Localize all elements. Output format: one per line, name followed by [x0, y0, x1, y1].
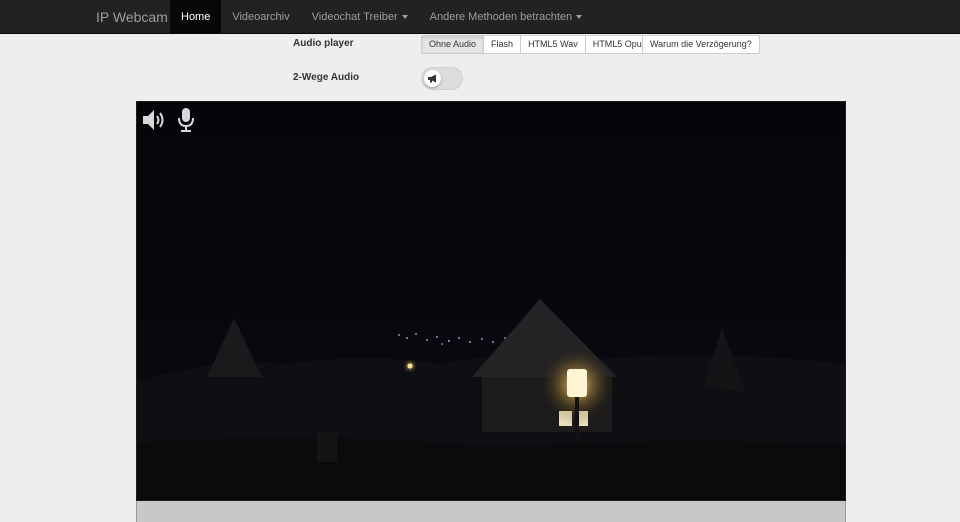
caret-down-icon — [401, 15, 408, 20]
audio-option-ohne-audio[interactable]: Ohne Audio — [421, 35, 485, 54]
two-way-audio-toggle[interactable] — [421, 67, 463, 90]
nav-videoarchiv[interactable]: Videoarchiv — [221, 0, 300, 34]
nav-home-label: Home — [181, 11, 211, 23]
toggle-knob — [424, 70, 441, 87]
audio-player-label: Audio player — [293, 38, 354, 49]
nav-andere-methoden-label: Andere Methoden betrachten — [429, 11, 573, 23]
two-way-audio-label: 2-Wege Audio — [293, 72, 360, 83]
video-bottom-bar — [136, 501, 846, 522]
microphone-icon[interactable] — [177, 107, 195, 133]
audio-player-options: Ohne Audio Flash HTML5 Wav HTML5 Opus — [421, 35, 655, 54]
megaphone-icon — [428, 74, 436, 83]
webcam-frame-image — [137, 102, 845, 500]
audio-option-flash[interactable]: Flash — [483, 35, 522, 54]
nav-menu: Home Videoarchiv Videochat Treiber Ander… — [170, 0, 593, 34]
why-delay-button[interactable]: Warum die Verzögerung? — [642, 35, 760, 54]
nav-videochat-treiber-label: Videochat Treiber — [311, 11, 398, 23]
nav-andere-methoden-dropdown[interactable]: Andere Methoden betrachten — [419, 0, 594, 34]
speaker-icon[interactable] — [141, 107, 167, 133]
nav-videochat-treiber-dropdown[interactable]: Videochat Treiber — [301, 0, 419, 34]
top-navbar: IP Webcam Home Videoarchiv Videochat Tre… — [0, 0, 960, 34]
nav-home[interactable]: Home — [170, 0, 222, 34]
caret-down-icon — [576, 15, 583, 20]
audio-option-html5-wav[interactable]: HTML5 Wav — [520, 35, 586, 54]
brand-logo[interactable]: IP Webcam — [96, 0, 168, 34]
video-stream[interactable] — [136, 101, 846, 501]
nav-videoarchiv-label: Videoarchiv — [232, 11, 290, 23]
